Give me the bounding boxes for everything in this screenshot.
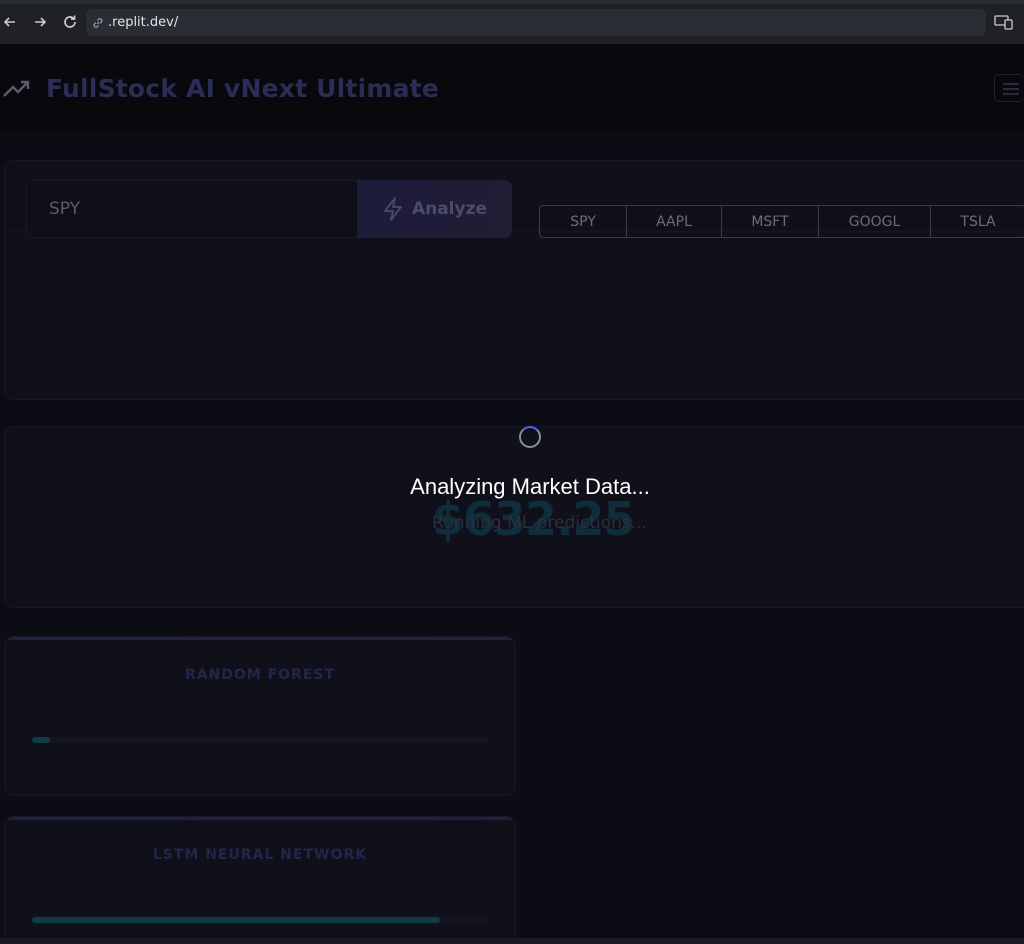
menu-button[interactable]	[994, 74, 1024, 102]
model-progress-fill	[32, 917, 440, 923]
model-card-accent	[5, 637, 515, 640]
model-card-lstm: LSTM NEURAL NETWORK	[4, 816, 516, 944]
app-title: FullStock AI vNext Ultimate	[46, 74, 439, 103]
menu-icon	[1003, 83, 1019, 85]
model-progress-fill	[32, 737, 51, 743]
symbol-input[interactable]: SPY	[26, 180, 358, 238]
reload-button[interactable]	[60, 12, 80, 32]
model-title: RANDOM FOREST	[184, 667, 336, 683]
ticker-button-aapl[interactable]: AAPL	[627, 206, 722, 237]
browser-toolbar: .replit.dev/	[0, 0, 1024, 44]
ticker-button-tsla[interactable]: TSLA	[931, 206, 1024, 237]
analyze-button-label: Analyze	[411, 199, 488, 219]
arrow-left-icon	[3, 17, 15, 27]
model-progress-track	[32, 737, 490, 743]
ticker-button-spy[interactable]: SPY	[540, 206, 627, 237]
menu-icon-bar	[1003, 93, 1019, 95]
app-header: FullStock AI vNext Ultimate	[0, 44, 1024, 132]
model-card-accent	[5, 817, 515, 820]
model-progress-track	[32, 917, 490, 923]
price-subtext: Running ML predictions...	[432, 513, 647, 533]
back-button[interactable]	[0, 12, 20, 32]
reload-icon	[64, 15, 76, 28]
menu-icon-bar	[1003, 88, 1019, 90]
address-bar[interactable]: .replit.dev/	[86, 9, 986, 36]
app-page: FullStock AI vNext Ultimate SPY Analyze …	[0, 44, 1024, 944]
url-text: .replit.dev/	[108, 15, 179, 30]
arrow-right-icon	[35, 17, 47, 27]
window-bottom-edge	[0, 938, 1024, 944]
tab-strip-edge	[0, 0, 1024, 4]
ticker-button-googl[interactable]: GOOGL	[819, 206, 931, 237]
device-mode-icon	[994, 15, 1013, 30]
trending-up-icon	[3, 80, 30, 97]
loading-message: Analyzing Market Data...	[410, 474, 650, 499]
ticker-button-msft[interactable]: MSFT	[722, 206, 819, 237]
forward-button[interactable]	[30, 12, 50, 32]
model-title: LSTM NEURAL NETWORK	[152, 847, 368, 863]
link-icon	[93, 17, 103, 28]
symbol-input-value: SPY	[49, 199, 81, 219]
bolt-icon	[384, 197, 402, 221]
quick-ticker-group: SPY AAPL MSFT GOOGL TSLA	[539, 205, 1024, 238]
analyze-button[interactable]: Analyze	[357, 180, 512, 238]
device-mode-button[interactable]	[994, 14, 1014, 30]
loading-spinner-icon	[519, 426, 541, 448]
model-card-random-forest: RANDOM FOREST	[4, 636, 516, 796]
